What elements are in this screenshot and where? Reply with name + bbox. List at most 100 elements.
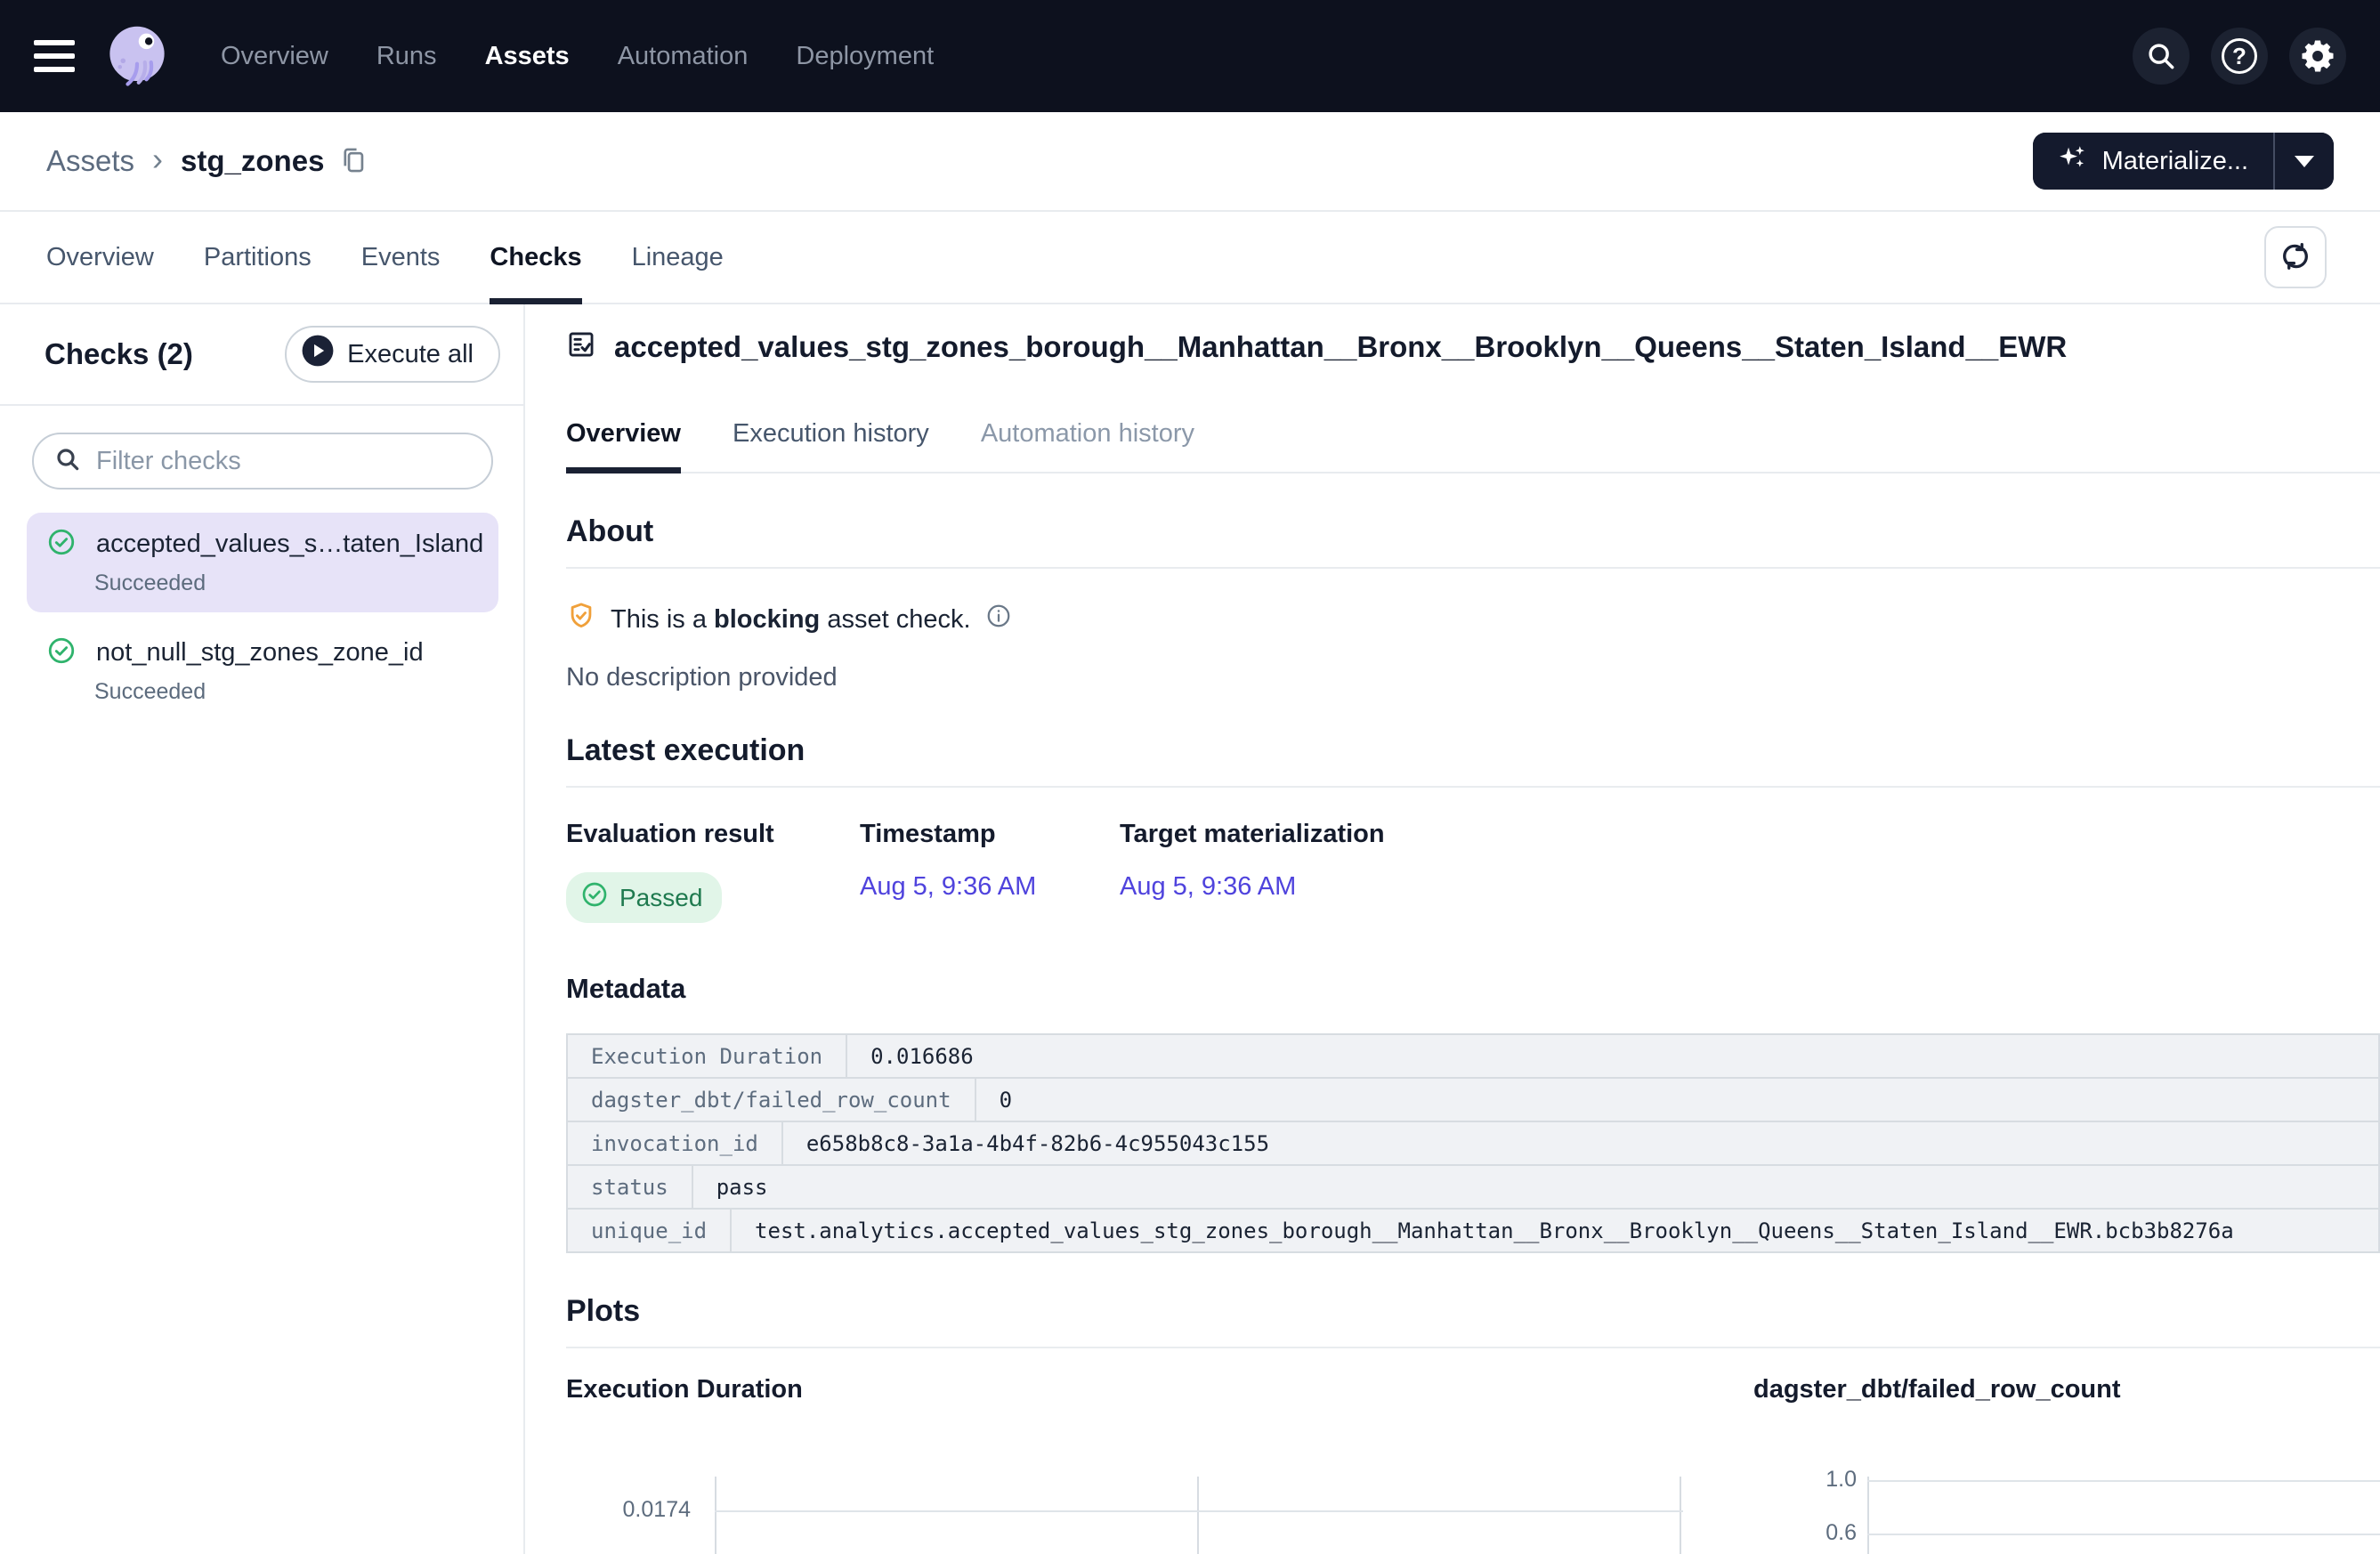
gridline: [715, 1510, 1683, 1512]
timestamp-link[interactable]: Aug 5, 9:36 AM: [860, 872, 1036, 902]
filter-checks-box: [32, 433, 493, 490]
tab-automation-history[interactable]: Automation history: [981, 419, 1194, 472]
tab-partitions[interactable]: Partitions: [204, 212, 312, 303]
y-axis-tick: 0.0174: [566, 1497, 691, 1523]
copy-button[interactable]: [338, 145, 368, 178]
info-icon[interactable]: [985, 603, 1012, 636]
top-nav: Overview Runs Assets Automation Deployme…: [0, 0, 2380, 112]
gridline: [1867, 1480, 2380, 1482]
metadata-heading: Metadata: [566, 973, 2380, 1005]
page-title: stg_zones: [181, 144, 324, 178]
metadata-value: e658b8c8-3a1a-4b4f-82b6-4c955043c155: [783, 1122, 2378, 1164]
latest-execution-grid: Evaluation result Passed Ti: [566, 820, 2380, 923]
check-status: Succeeded: [94, 571, 482, 596]
evaluation-result-header: Evaluation result: [566, 820, 860, 849]
gridline: [715, 1477, 716, 1554]
content-area: Checks (2) Execute all: [0, 304, 2380, 1554]
tab-overview[interactable]: Overview: [46, 212, 154, 303]
materialize-dropdown-button[interactable]: [2275, 133, 2334, 190]
chevron-right-icon: ›: [152, 141, 163, 178]
check-status: Succeeded: [94, 679, 482, 705]
dagster-app: Overview Runs Assets Automation Deployme…: [0, 0, 2380, 1554]
search-icon: [53, 445, 82, 478]
target-materialization-header: Target materialization: [1120, 820, 1385, 849]
tab-detail-overview[interactable]: Overview: [566, 419, 681, 472]
metadata-value: 0.016686: [847, 1035, 2378, 1077]
metadata-value: test.analytics.accepted_values_stg_zones…: [732, 1210, 2378, 1251]
nav-item-deployment[interactable]: Deployment: [796, 42, 934, 71]
section-divider: [566, 567, 2380, 569]
materialize-split-button: Materialize...: [2033, 133, 2334, 190]
refresh-button[interactable]: [2264, 226, 2327, 288]
search-button[interactable]: [2133, 28, 2190, 85]
execute-all-button[interactable]: Execute all: [285, 326, 500, 383]
y-axis-line: [1867, 1477, 1869, 1554]
check-success-icon: [46, 635, 77, 670]
nav-item-runs[interactable]: Runs: [376, 42, 437, 71]
check-title: accepted_values_stg_zones_borough__Manha…: [614, 330, 2067, 364]
checks-sidebar: Checks (2) Execute all: [0, 304, 525, 1554]
metadata-value: 0: [976, 1079, 2378, 1121]
metadata-key: status: [568, 1166, 693, 1208]
check-list-item-accepted-values[interactable]: accepted_values_s…taten_Island_ Succeede…: [27, 513, 498, 612]
gridline: [1197, 1477, 1199, 1554]
metadata-key: unique_id: [568, 1210, 732, 1251]
gridline: [1680, 1477, 1681, 1554]
section-divider: [566, 786, 2380, 788]
plots-heading: Plots: [566, 1294, 2380, 1329]
checks-list: accepted_values_s…taten_Island_ Succeede…: [0, 406, 523, 721]
shield-check-icon: [566, 601, 596, 638]
nav-item-automation[interactable]: Automation: [618, 42, 749, 71]
metadata-row: invocation_id e658b8c8-3a1a-4b4f-82b6-4c…: [568, 1122, 2378, 1166]
about-heading: About: [566, 514, 2380, 549]
play-icon: [301, 334, 335, 375]
chart-title: dagster_dbt/failed_row_count: [1753, 1375, 2380, 1404]
y-axis-tick: 0.6: [1753, 1520, 1857, 1546]
asset-tab-bar: Overview Partitions Events Checks Lineag…: [0, 212, 2380, 304]
blocking-text: This is a blocking asset check.: [611, 605, 971, 635]
search-icon: [2144, 39, 2178, 73]
breadcrumb-bar: Assets › stg_zones Mater: [0, 112, 2380, 212]
gear-icon: [2299, 37, 2336, 75]
metadata-table: Execution Duration 0.016686 dagster_dbt/…: [566, 1033, 2380, 1253]
help-button[interactable]: ?: [2211, 28, 2268, 85]
check-title-row: accepted_values_stg_zones_borough__Manha…: [566, 329, 2380, 364]
gridline: [1867, 1534, 2380, 1535]
tab-lineage[interactable]: Lineage: [632, 212, 724, 303]
check-name: accepted_values_s…taten_Island_: [96, 530, 482, 559]
metadata-key: Execution Duration: [568, 1035, 847, 1077]
dagster-logo-icon[interactable]: [100, 19, 174, 93]
nav-item-assets[interactable]: Assets: [485, 42, 570, 71]
materialize-label: Materialize...: [2102, 147, 2248, 176]
tab-execution-history[interactable]: Execution history: [733, 419, 929, 472]
filter-checks-input[interactable]: [96, 447, 472, 476]
materialize-button[interactable]: Materialize...: [2033, 133, 2275, 190]
hamburger-menu-button[interactable]: [34, 40, 75, 72]
breadcrumb-assets-link[interactable]: Assets: [46, 144, 134, 178]
execute-all-label: Execute all: [347, 340, 474, 369]
tab-checks[interactable]: Checks: [490, 212, 581, 303]
settings-button[interactable]: [2289, 28, 2346, 85]
copy-icon: [338, 145, 368, 178]
metadata-value: pass: [693, 1166, 2378, 1208]
chart-title: Execution Duration: [566, 1375, 1718, 1404]
metadata-row: status pass: [568, 1166, 2378, 1210]
checks-count-heading: Checks (2): [45, 337, 193, 371]
tab-events[interactable]: Events: [361, 212, 441, 303]
latest-execution-heading: Latest execution: [566, 733, 2380, 768]
refresh-icon: [2279, 239, 2312, 276]
check-list-item-not-null[interactable]: not_null_stg_zones_zone_id Succeeded: [27, 621, 498, 721]
check-success-icon: [46, 527, 77, 562]
checks-sidebar-header: Checks (2) Execute all: [0, 304, 523, 406]
y-axis-tick: 1.0: [1753, 1467, 1857, 1493]
metadata-row: Execution Duration 0.016686: [568, 1035, 2378, 1079]
check-success-icon: [580, 880, 609, 915]
description-text: No description provided: [566, 663, 2380, 692]
metadata-row: unique_id test.analytics.accepted_values…: [568, 1210, 2378, 1253]
help-icon: ?: [2222, 38, 2257, 74]
blocking-check-row: This is a blocking asset check.: [566, 601, 2380, 638]
failed-row-count-chart: dagster_dbt/failed_row_count 1.0 0.6: [1753, 1375, 2380, 1554]
metadata-key: invocation_id: [568, 1122, 783, 1164]
nav-item-overview[interactable]: Overview: [221, 42, 328, 71]
target-materialization-link[interactable]: Aug 5, 9:36 AM: [1120, 872, 1296, 902]
